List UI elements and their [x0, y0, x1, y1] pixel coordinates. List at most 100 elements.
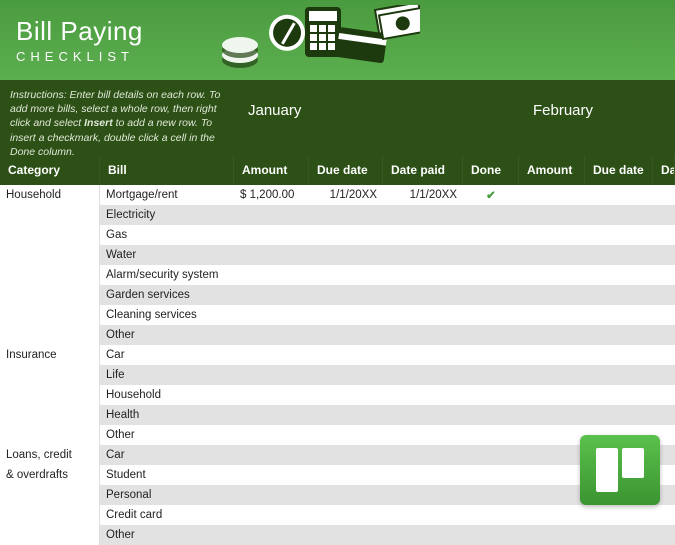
due-date-cell[interactable] [309, 485, 383, 505]
category-cell[interactable] [0, 305, 100, 325]
category-cell[interactable] [0, 385, 100, 405]
date-paid-cell[interactable] [383, 245, 463, 265]
amount-cell-2[interactable] [519, 325, 585, 345]
category-cell[interactable] [0, 505, 100, 525]
due-date-cell-2[interactable] [585, 205, 653, 225]
due-date-cell-2[interactable] [585, 325, 653, 345]
due-date-cell[interactable] [309, 505, 383, 525]
amount-cell-2[interactable] [519, 305, 585, 325]
bill-cell[interactable]: Life [100, 365, 234, 385]
due-date-cell-2[interactable] [585, 505, 653, 525]
due-date-cell[interactable] [309, 305, 383, 325]
bill-cell[interactable]: Water [100, 245, 234, 265]
category-cell[interactable] [0, 205, 100, 225]
done-cell[interactable] [463, 325, 519, 345]
due-date-cell-2[interactable] [585, 285, 653, 305]
category-cell[interactable] [0, 365, 100, 385]
due-date-cell-2[interactable] [585, 265, 653, 285]
amount-cell-2[interactable] [519, 385, 585, 405]
done-cell[interactable] [463, 225, 519, 245]
date-paid-cell[interactable] [383, 325, 463, 345]
amount-cell[interactable] [234, 385, 309, 405]
date-paid-cell-2[interactable] [653, 225, 675, 245]
amount-cell[interactable] [234, 485, 309, 505]
done-cell[interactable] [463, 205, 519, 225]
category-cell[interactable] [0, 245, 100, 265]
date-paid-cell[interactable] [383, 225, 463, 245]
due-date-cell-2[interactable] [585, 305, 653, 325]
amount-cell-2[interactable] [519, 425, 585, 445]
amount-cell[interactable] [234, 505, 309, 525]
due-date-cell-2[interactable] [585, 345, 653, 365]
date-paid-cell[interactable] [383, 425, 463, 445]
amount-cell[interactable] [234, 525, 309, 545]
date-paid-cell-2[interactable] [653, 365, 675, 385]
due-date-cell[interactable] [309, 365, 383, 385]
bill-cell[interactable]: Gas [100, 225, 234, 245]
date-paid-cell[interactable] [383, 505, 463, 525]
done-cell[interactable] [463, 385, 519, 405]
amount-cell[interactable] [234, 365, 309, 385]
amount-cell[interactable]: $ 1,200.00 [234, 185, 309, 205]
done-cell[interactable] [463, 425, 519, 445]
amount-cell[interactable] [234, 285, 309, 305]
date-paid-cell[interactable] [383, 385, 463, 405]
done-cell[interactable]: ✔ [463, 185, 519, 205]
date-paid-cell-2[interactable] [653, 385, 675, 405]
date-paid-cell-2[interactable] [653, 405, 675, 425]
date-paid-cell-2[interactable] [653, 185, 675, 205]
amount-cell[interactable] [234, 425, 309, 445]
done-cell[interactable] [463, 245, 519, 265]
date-paid-cell-2[interactable] [653, 505, 675, 525]
amount-cell-2[interactable] [519, 505, 585, 525]
due-date-cell[interactable] [309, 225, 383, 245]
amount-cell[interactable] [234, 465, 309, 485]
due-date-cell[interactable] [309, 385, 383, 405]
bill-cell[interactable]: Other [100, 525, 234, 545]
date-paid-cell-2[interactable] [653, 345, 675, 365]
bill-cell[interactable]: Other [100, 325, 234, 345]
amount-cell[interactable] [234, 305, 309, 325]
due-date-cell-2[interactable] [585, 245, 653, 265]
category-cell[interactable] [0, 325, 100, 345]
done-cell[interactable] [463, 485, 519, 505]
due-date-cell[interactable] [309, 425, 383, 445]
bill-cell[interactable]: Other [100, 425, 234, 445]
amount-cell-2[interactable] [519, 525, 585, 545]
date-paid-cell[interactable] [383, 265, 463, 285]
bill-cell[interactable]: Electricity [100, 205, 234, 225]
category-cell[interactable]: Loans, credit [0, 445, 100, 465]
amount-cell[interactable] [234, 405, 309, 425]
category-cell[interactable] [0, 405, 100, 425]
category-cell[interactable]: & overdrafts [0, 465, 100, 485]
due-date-cell-2[interactable] [585, 525, 653, 545]
done-cell[interactable] [463, 405, 519, 425]
done-cell[interactable] [463, 365, 519, 385]
amount-cell[interactable] [234, 265, 309, 285]
due-date-cell[interactable]: 1/1/20XX [309, 185, 383, 205]
category-cell[interactable] [0, 485, 100, 505]
amount-cell-2[interactable] [519, 185, 585, 205]
amount-cell-2[interactable] [519, 265, 585, 285]
due-date-cell[interactable] [309, 445, 383, 465]
bill-cell[interactable]: Student [100, 465, 234, 485]
due-date-cell[interactable] [309, 205, 383, 225]
done-cell[interactable] [463, 505, 519, 525]
due-date-cell[interactable] [309, 405, 383, 425]
date-paid-cell-2[interactable] [653, 325, 675, 345]
due-date-cell[interactable] [309, 345, 383, 365]
bill-cell[interactable]: Car [100, 445, 234, 465]
amount-cell-2[interactable] [519, 245, 585, 265]
done-cell[interactable] [463, 265, 519, 285]
category-cell[interactable]: Household [0, 185, 100, 205]
due-date-cell-2[interactable] [585, 185, 653, 205]
date-paid-cell[interactable]: 1/1/20XX [383, 185, 463, 205]
amount-cell[interactable] [234, 325, 309, 345]
date-paid-cell[interactable] [383, 305, 463, 325]
bill-cell[interactable]: Health [100, 405, 234, 425]
due-date-cell-2[interactable] [585, 385, 653, 405]
bill-cell[interactable]: Cleaning services [100, 305, 234, 325]
category-cell[interactable] [0, 425, 100, 445]
amount-cell[interactable] [234, 205, 309, 225]
date-paid-cell[interactable] [383, 445, 463, 465]
